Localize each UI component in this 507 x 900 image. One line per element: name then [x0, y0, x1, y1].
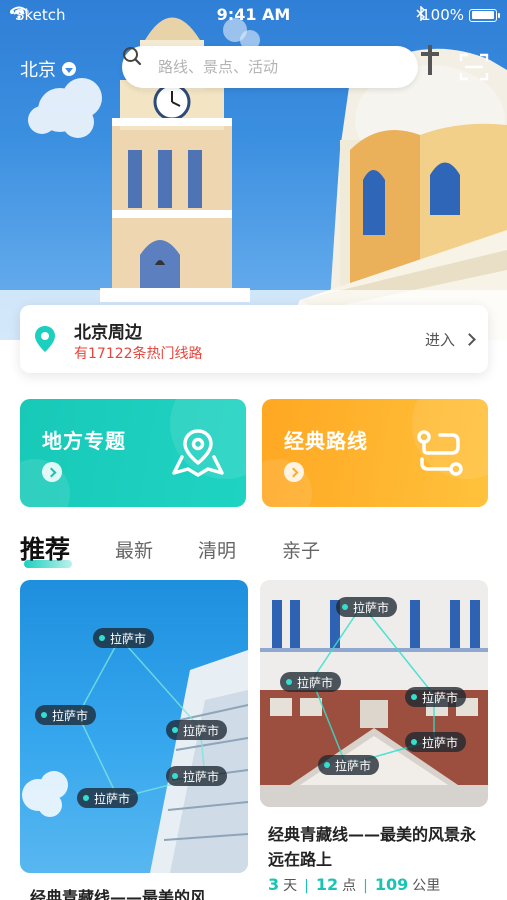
place-tag: 拉萨市 — [77, 788, 139, 808]
tile-label: 经典路线 — [284, 429, 368, 453]
tile-local-topics[interactable]: 地方专题 — [20, 399, 246, 507]
place-tag: 拉萨市 — [405, 732, 467, 752]
battery-icon — [469, 8, 500, 22]
place-tag: 拉萨市 — [166, 720, 228, 740]
place-tag: 拉萨市 — [405, 687, 467, 707]
place-tag: 拉萨市 — [166, 766, 228, 786]
spots-value: 12 — [315, 875, 339, 894]
tile-label: 地方专题 — [42, 429, 126, 453]
route-card[interactable]: 拉萨市 拉萨市 拉萨市 拉萨市 拉萨市 经典青藏线——最美的风景永远在路上 3 … — [260, 580, 488, 900]
tab-family[interactable]: 亲子 — [282, 536, 320, 563]
days-unit: 天 — [283, 878, 298, 894]
spots-unit: 点 — [342, 878, 357, 894]
distance-value: 109 — [374, 875, 409, 894]
location-pin-icon — [34, 325, 56, 353]
arrow-right-icon — [42, 462, 62, 482]
route-stats: 3 天 | 12 点 | 109 公里 — [268, 875, 441, 894]
map-pin-icon — [170, 427, 226, 479]
search-input[interactable] — [158, 58, 358, 76]
nearby-title: 北京周边 — [74, 323, 142, 343]
arrow-right-icon — [284, 462, 304, 482]
place-tag: 拉萨市 — [93, 628, 155, 648]
tile-classic-routes[interactable]: 经典路线 — [262, 399, 488, 507]
enter-button[interactable]: 进入 — [424, 329, 476, 350]
scan-icon[interactable] — [458, 52, 490, 82]
search-bar[interactable] — [122, 46, 418, 88]
nearby-route-count: 有17122条热门线路 — [74, 346, 203, 362]
hero-banner: Sketch 9:41 AM 100% 北京 — [0, 0, 507, 340]
place-tag: 拉萨市 — [280, 672, 342, 692]
chevron-down-icon — [62, 62, 76, 76]
route-card-image: 拉萨市 拉萨市 拉萨市 拉萨市 拉萨市 — [20, 580, 248, 873]
days-value: 3 — [268, 875, 280, 894]
status-bar: Sketch 9:41 AM 100% — [0, 0, 507, 30]
tab-qingming[interactable]: 清明 — [198, 536, 236, 563]
place-tag: 拉萨市 — [336, 597, 398, 617]
route-card-image: 拉萨市 拉萨市 拉萨市 拉萨市 拉萨市 — [260, 580, 488, 807]
battery-percent: 100% — [421, 6, 464, 24]
distance-unit: 公里 — [412, 878, 441, 894]
nearby-card[interactable]: 北京周边 有17122条热门线路 进入 — [20, 305, 488, 373]
route-icon — [412, 427, 468, 479]
enter-label: 进入 — [424, 331, 455, 349]
tab-recommended[interactable]: 推荐 — [20, 530, 70, 566]
route-card[interactable]: 拉萨市 拉萨市 拉萨市 拉萨市 拉萨市 经典青藏线——最美的风 — [20, 580, 248, 900]
home-screen: Sketch 9:41 AM 100% 北京 路线、景点、活动 北京周边 有17… — [0, 0, 507, 900]
route-card-title: 经典青藏线——最美的风景永远在路上 — [268, 825, 477, 869]
chevron-right-icon — [463, 333, 476, 346]
category-tabs: 推荐 最新 清明 亲子 — [20, 530, 490, 570]
city-selector[interactable]: 北京 — [20, 56, 76, 82]
route-card-title: 经典青藏线——最美的风 — [30, 888, 207, 900]
city-name: 北京 — [20, 60, 56, 81]
place-tag: 拉萨市 — [35, 705, 97, 725]
tab-latest[interactable]: 最新 — [115, 536, 153, 563]
place-tag: 拉萨市 — [318, 755, 380, 775]
